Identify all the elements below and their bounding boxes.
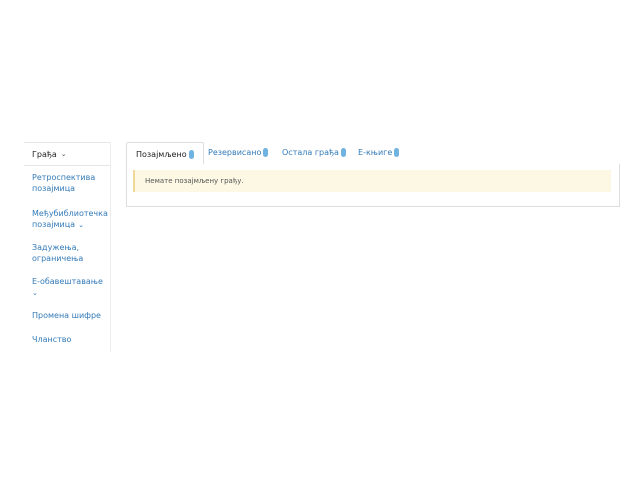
sidebar: Грађа ⌄ Ретроспектива позајмица Међубибл… bbox=[24, 142, 111, 352]
no-loans-alert: Немате позајмљену грађу. bbox=[133, 170, 611, 192]
tab-borrowed[interactable]: Позајмљено bbox=[126, 142, 204, 166]
tab-label: Е-књиге bbox=[358, 148, 393, 157]
chevron-down-icon: ⌄ bbox=[32, 289, 38, 297]
sidebar-item-label: Међубиблиотечка bbox=[32, 209, 108, 218]
tab-e-books[interactable]: Е-књиге bbox=[358, 142, 400, 163]
sidebar-item-label: Е-обавештавање bbox=[32, 277, 103, 286]
sidebar-item-charges-restrictions[interactable]: Задужења, ограничења bbox=[24, 242, 112, 264]
sidebar-header-gradja[interactable]: Грађа ⌄ bbox=[24, 142, 110, 166]
count-badge bbox=[340, 148, 346, 157]
count-badge bbox=[394, 148, 400, 157]
chevron-down-icon: ⌄ bbox=[60, 150, 67, 158]
sidebar-item-label: Промена шифре bbox=[32, 311, 101, 320]
sidebar-item-change-password[interactable]: Промена шифре bbox=[24, 310, 112, 321]
tab-other-material[interactable]: Остала грађа bbox=[282, 142, 346, 163]
sidebar-item-retrospective-loans[interactable]: Ретроспектива позајмица bbox=[24, 172, 112, 194]
count-badge bbox=[263, 148, 269, 157]
sidebar-item-label: ограничења bbox=[32, 254, 84, 263]
tab-reserved[interactable]: Резервисано bbox=[208, 142, 269, 163]
chevron-down-icon: ⌄ bbox=[78, 221, 84, 229]
sidebar-item-interlibrary-loans[interactable]: Међубиблиотечка позајмица ⌄ bbox=[24, 208, 112, 231]
sidebar-item-e-notification[interactable]: Е-обавештавање ⌄ bbox=[24, 276, 112, 299]
alert-message: Немате позајмљену грађу. bbox=[145, 177, 244, 185]
sidebar-item-label: Задужења, bbox=[32, 243, 80, 252]
tab-label: Резервисано bbox=[208, 148, 262, 157]
sidebar-header-label: Грађа bbox=[32, 149, 57, 159]
sidebar-item-label: Чланство bbox=[32, 335, 72, 344]
page: Грађа ⌄ Ретроспектива позајмица Међубибл… bbox=[0, 0, 640, 480]
tab-content-panel: Немате позајмљену грађу. bbox=[126, 164, 620, 207]
tab-label: Остала грађа bbox=[282, 148, 339, 157]
sidebar-item-label: Ретроспектива bbox=[32, 173, 96, 182]
sidebar-item-label: позајмица bbox=[32, 220, 76, 229]
tab-label: Позајмљено bbox=[136, 149, 187, 159]
sidebar-item-membership[interactable]: Чланство bbox=[24, 334, 112, 345]
tab-bar: Позајмљено Резервисано Остала грађа Е-књ… bbox=[126, 142, 620, 166]
count-badge bbox=[188, 149, 194, 159]
sidebar-item-label: позајмица bbox=[32, 184, 76, 193]
